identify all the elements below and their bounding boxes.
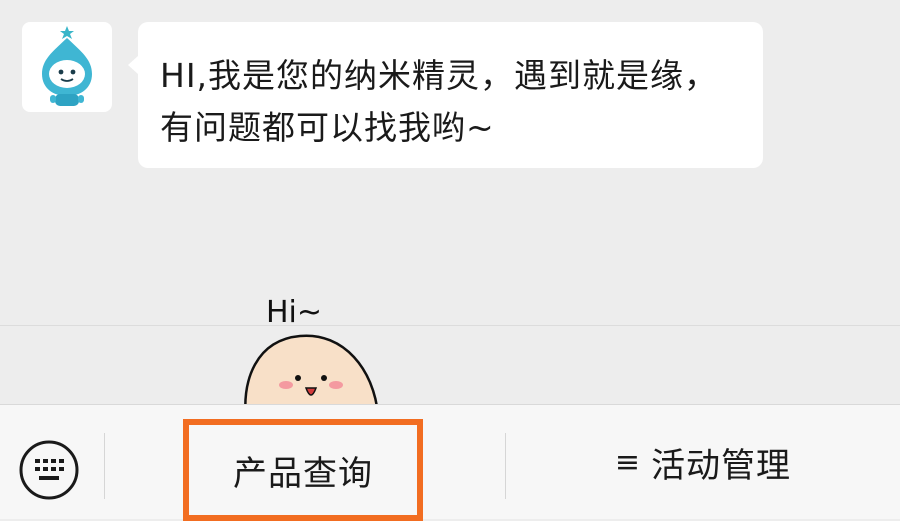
menu-item-product-query[interactable]: 产品查询	[183, 419, 423, 521]
bot-message-bubble: HI,我是您的纳米精灵，遇到就是缘， 有问题都可以找我哟~	[128, 22, 763, 168]
menu-item-label: 活动管理	[651, 445, 792, 486]
robot-avatar-icon	[42, 26, 92, 106]
bot-avatar[interactable]	[22, 22, 112, 112]
panel-divider	[0, 325, 900, 326]
chat-area: HI,我是您的纳米精灵，遇到就是缘， 有问题都可以找我哟~	[0, 0, 900, 404]
sticker-text: Hi~	[266, 295, 322, 330]
menu-bar: 产品查询 ≡ 活动管理	[0, 404, 900, 521]
keyboard-toggle-button[interactable]	[16, 437, 82, 503]
menu-separator	[104, 433, 105, 499]
menu-item-activity-management[interactable]: ≡ 活动管理	[506, 405, 900, 519]
bot-message-text: HI,我是您的纳米精灵，遇到就是缘， 有问题都可以找我哟~	[160, 56, 719, 147]
menu-lines-icon: ≡	[614, 444, 642, 480]
keyboard-icon	[19, 440, 79, 500]
menu-item-label: 产品查询	[233, 453, 373, 494]
